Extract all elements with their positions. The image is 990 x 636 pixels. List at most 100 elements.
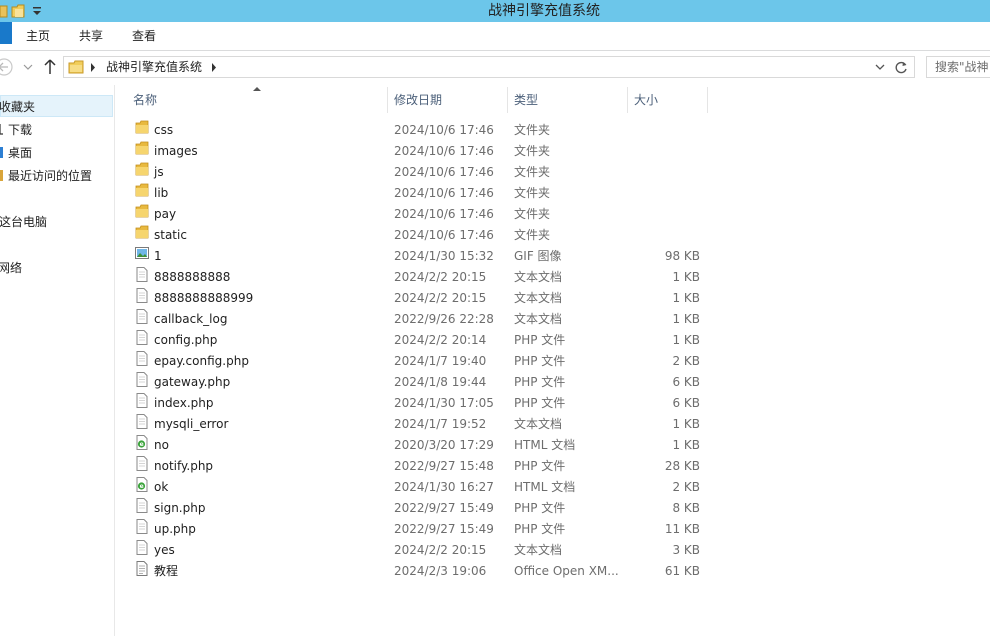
file-row[interactable]: js 2024/10/6 17:46 文件夹 [130, 162, 708, 183]
file-row[interactable]: css 2024/10/6 17:46 文件夹 [130, 120, 708, 141]
text-file-icon [135, 330, 149, 345]
back-button[interactable] [0, 57, 14, 77]
file-date-modified: 2024/1/30 17:05 [394, 396, 494, 410]
file-name: css [154, 123, 174, 137]
file-row[interactable]: gateway.php 2024/1/8 19:44 PHP 文件 6 KB [130, 372, 708, 393]
up-button[interactable] [42, 57, 58, 77]
document-file-icon [135, 561, 149, 576]
html-file-icon: e [135, 435, 149, 450]
file-date-modified: 2022/9/27 15:49 [394, 522, 494, 536]
nav-item-label: 桌面 [8, 146, 33, 160]
file-type: PHP 文件 [514, 375, 566, 389]
file-size: 2 KB [672, 480, 700, 494]
column-header-label: 修改日期 [394, 93, 443, 107]
file-row[interactable]: lib 2024/10/6 17:46 文件夹 [130, 183, 708, 204]
file-row[interactable]: yes 2024/2/2 20:15 文本文档 3 KB [130, 540, 708, 561]
search-input[interactable]: 搜索"战神 [926, 56, 990, 78]
file-date-modified: 2024/2/2 20:15 [394, 270, 487, 284]
file-name: config.php [154, 333, 218, 347]
nav-item-label: 下载 [8, 123, 33, 137]
file-row[interactable]: callback_log 2022/9/26 22:28 文本文档 1 KB [130, 309, 708, 330]
file-date-modified: 2024/10/6 17:46 [394, 186, 494, 200]
file-date-modified: 2024/10/6 17:46 [394, 228, 494, 242]
file-type: HTML 文档 [514, 438, 576, 452]
file-row[interactable]: e no 2020/3/20 17:29 HTML 文档 1 KB [130, 435, 708, 456]
file-row[interactable]: epay.config.php 2024/1/7 19:40 PHP 文件 2 … [130, 351, 708, 372]
download-icon [0, 124, 3, 135]
folder-icon [135, 225, 149, 240]
file-date-modified: 2024/1/30 16:27 [394, 480, 494, 494]
column-header-type[interactable]: 类型 [508, 87, 628, 113]
file-type: PHP 文件 [514, 333, 566, 347]
nav-item-downloads[interactable]: 下载 [0, 119, 32, 141]
nav-item-network[interactable]: 网络 [0, 257, 22, 279]
folder-icon [135, 141, 149, 156]
file-size: 98 KB [664, 249, 700, 263]
file-type: 文本文档 [514, 291, 563, 305]
svg-text:e: e [140, 483, 144, 490]
address-bar[interactable]: 战神引擎充值系统 [63, 56, 915, 78]
file-row[interactable]: config.php 2024/2/2 20:14 PHP 文件 1 KB [130, 330, 708, 351]
file-size: 3 KB [672, 543, 700, 557]
address-dropdown-icon[interactable] [875, 63, 885, 72]
nav-item-favorites[interactable]: 收藏夹 [0, 95, 113, 117]
breadcrumb-separator-icon[interactable] [211, 63, 217, 72]
nav-item-recent-places[interactable]: 最近访问的位置 [0, 165, 92, 187]
file-type: 文本文档 [514, 543, 563, 557]
file-row[interactable]: 8888888888 2024/2/2 20:15 文本文档 1 KB [130, 267, 708, 288]
file-type: PHP 文件 [514, 459, 566, 473]
text-file-icon [135, 540, 149, 555]
file-type: 文本文档 [514, 270, 563, 284]
breadcrumb-separator-icon[interactable] [90, 63, 96, 72]
file-row[interactable]: 1 2024/1/30 15:32 GIF 图像 98 KB [130, 246, 708, 267]
column-header-date-modified[interactable]: 修改日期 [388, 87, 508, 113]
folder-icon [68, 60, 84, 74]
ribbon: 主页 共享 查看 [0, 22, 990, 51]
file-date-modified: 2022/9/27 15:48 [394, 459, 494, 473]
file-row[interactable]: up.php 2022/9/27 15:49 PHP 文件 11 KB [130, 519, 708, 540]
tab-share[interactable]: 共享 [79, 22, 103, 50]
file-type: 文件夹 [514, 207, 551, 221]
file-date-modified: 2024/2/2 20:15 [394, 543, 487, 557]
file-row[interactable]: images 2024/10/6 17:46 文件夹 [130, 141, 708, 162]
file-name: pay [154, 207, 177, 221]
file-row[interactable]: mysqli_error 2024/1/7 19:52 文本文档 1 KB [130, 414, 708, 435]
refresh-icon[interactable] [895, 61, 908, 74]
recent-locations-button[interactable] [22, 57, 34, 77]
file-row[interactable]: index.php 2024/1/30 17:05 PHP 文件 6 KB [130, 393, 708, 414]
file-date-modified: 2024/10/6 17:46 [394, 123, 494, 137]
sort-ascending-icon [253, 87, 261, 91]
file-type: PHP 文件 [514, 501, 566, 515]
file-type: 文件夹 [514, 228, 551, 242]
file-row[interactable]: 教程 2024/2/3 19:06 Office Open XM... 61 K… [130, 561, 708, 582]
breadcrumb-current-folder[interactable]: 战神引擎充值系统 [106, 57, 202, 77]
column-header-size[interactable]: 大小 [628, 87, 708, 113]
file-row[interactable]: sign.php 2022/9/27 15:49 PHP 文件 8 KB [130, 498, 708, 519]
file-row[interactable]: static 2024/10/6 17:46 文件夹 [130, 225, 708, 246]
text-file-icon [135, 498, 149, 513]
tab-home[interactable]: 主页 [26, 22, 50, 50]
window-title: 战神引擎充值系统 [488, 3, 600, 19]
file-size: 11 KB [664, 522, 700, 536]
file-date-modified: 2022/9/26 22:28 [394, 312, 494, 326]
text-file-icon [135, 414, 149, 429]
nav-item-this-pc[interactable]: 这台电脑 [0, 211, 47, 233]
folder-icon [135, 183, 149, 198]
file-date-modified: 2024/2/3 19:06 [394, 564, 487, 578]
desktop-icon [0, 147, 3, 158]
file-name: sign.php [154, 501, 206, 515]
file-type: HTML 文档 [514, 480, 576, 494]
column-header-name[interactable]: 名称 [127, 87, 388, 113]
file-row[interactable]: 8888888888999 2024/2/2 20:15 文本文档 1 KB [130, 288, 708, 309]
file-size: 6 KB [672, 396, 700, 410]
file-row[interactable]: notify.php 2022/9/27 15:48 PHP 文件 28 KB [130, 456, 708, 477]
nav-item-desktop[interactable]: 桌面 [0, 142, 32, 164]
navigation-bar: 战神引擎充值系统 搜索"战神 [0, 51, 990, 85]
file-type: 文件夹 [514, 186, 551, 200]
tab-view[interactable]: 查看 [132, 22, 156, 50]
file-row[interactable]: e ok 2024/1/30 16:27 HTML 文档 2 KB [130, 477, 708, 498]
up-arrow-icon [44, 59, 56, 74]
file-date-modified: 2024/1/7 19:52 [394, 417, 487, 431]
file-row[interactable]: pay 2024/10/6 17:46 文件夹 [130, 204, 708, 225]
file-tab[interactable] [0, 22, 12, 44]
